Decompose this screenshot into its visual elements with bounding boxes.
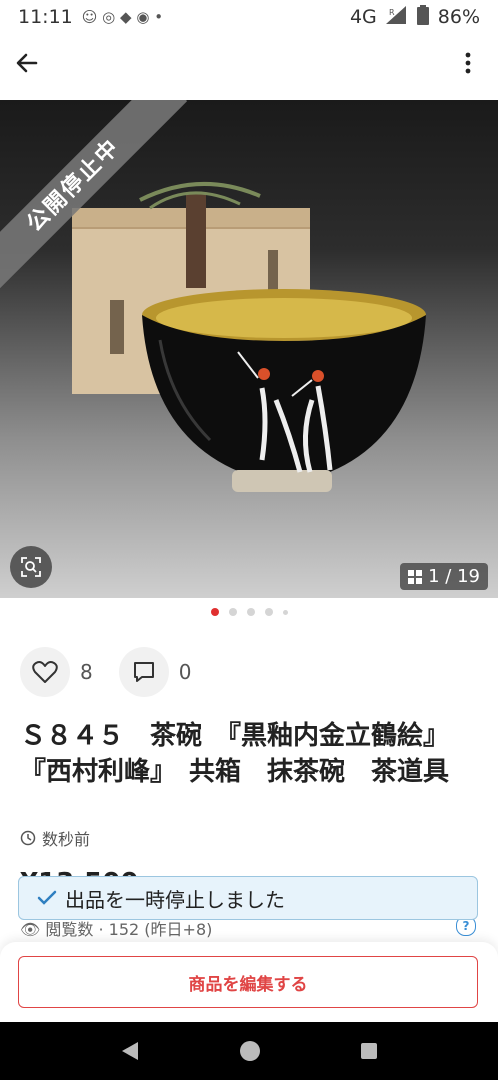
home-circle-icon[interactable] [239, 1040, 261, 1062]
back-triangle-icon[interactable] [120, 1040, 140, 1062]
system-nav-bar [0, 1022, 498, 1080]
heart-icon [32, 661, 58, 683]
pager-dot[interactable] [228, 608, 237, 616]
like-button[interactable] [20, 647, 70, 697]
item-title: Ｓ８４５ 茶碗 『黒釉内金立鶴絵』『西村利峰』 共箱 抹茶碗 茶道具 [20, 721, 450, 787]
top-app-bar [0, 34, 498, 100]
recents-square-icon[interactable] [360, 1042, 378, 1060]
snackbar: 出品を一時停止しました [18, 876, 478, 920]
clock-icon [20, 830, 36, 846]
eye-icon: 👁 [20, 920, 46, 939]
lens-search-icon[interactable] [10, 546, 52, 588]
grid-icon [408, 569, 423, 584]
status-bar: 11:11 ☺ ◎ ◆ ◉ • 4G R 86% [0, 0, 498, 34]
pager-dot[interactable] [246, 608, 255, 616]
comment-count: 0 [178, 660, 192, 684]
edit-listing-button[interactable]: 商品を編集する [18, 956, 478, 1008]
product-photo[interactable]: 公開停止中 1 / 19 [0, 100, 498, 598]
pager-dot[interactable] [282, 609, 288, 615]
posted-time: 数秒前 [20, 826, 90, 850]
svg-text:R: R [389, 8, 395, 17]
snackbar-message: 出品を一時停止しました [65, 887, 285, 912]
checkmark-icon [37, 890, 57, 905]
view-count-text: 閲覧数 · 152 (昨日+8) [45, 920, 213, 939]
like-count: 8 [80, 660, 93, 684]
posted-time-text: 数秒前 [42, 830, 91, 849]
comment-icon [133, 662, 154, 682]
social-actions: 8 0 [20, 646, 217, 698]
clock: 11:11 [18, 6, 73, 28]
arrow-left-icon[interactable] [14, 50, 46, 82]
photo-counter-text: 1 / 19 [428, 566, 480, 587]
notification-icons: ☺ ◎ ◆ ◉ • [81, 8, 164, 26]
battery-icon [416, 5, 429, 29]
more-vertical-icon[interactable] [452, 50, 484, 82]
photo-counter[interactable]: 1 / 19 [400, 563, 488, 590]
battery-level: 86% [437, 6, 480, 28]
bottom-action-bar: 商品を編集する [0, 942, 498, 1022]
pager-dot[interactable] [264, 608, 273, 616]
photo-pager [0, 606, 498, 618]
comment-button[interactable] [118, 647, 169, 697]
signal-icon: R [385, 6, 408, 28]
pager-dot-active[interactable] [210, 608, 219, 616]
network-label: 4G [349, 6, 377, 28]
